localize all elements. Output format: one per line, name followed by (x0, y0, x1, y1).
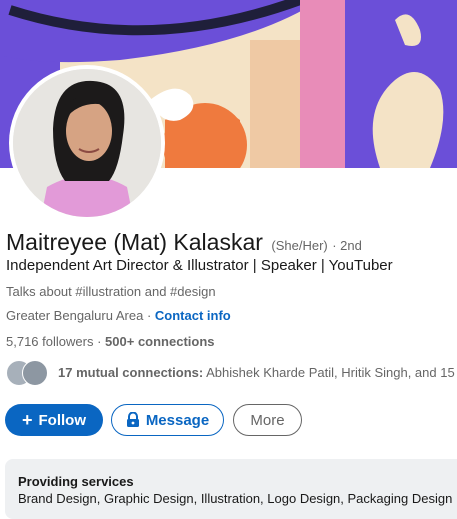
profile-photo-frame (9, 65, 165, 221)
location: Greater Bengaluru Area (6, 308, 144, 323)
message-label: Message (145, 411, 210, 429)
mutual-names: Abhishek Kharde Patil, Hritik Singh, and… (206, 365, 457, 380)
mutual-text: 17 mutual connections: Abhishek Kharde P… (58, 365, 457, 380)
services-card[interactable]: Providing services Brand Design, Graphic… (5, 459, 457, 519)
location-separator: · (146, 308, 152, 323)
pronouns: (She/Her) (271, 238, 328, 253)
services-list: Brand Design, Graphic Design, Illustrati… (18, 491, 453, 506)
contact-info-link[interactable]: Contact info (155, 308, 231, 323)
follow-button[interactable]: + Follow (5, 404, 103, 436)
profile-name-line: Maitreyee (Mat) Kalaskar (She/Her) · 2nd (6, 229, 362, 256)
followers-count[interactable]: 5,716 followers (6, 334, 93, 349)
lock-icon (126, 412, 139, 427)
plus-icon: + (21, 409, 33, 430)
stats-separator: · (97, 334, 102, 349)
talks-about: Talks about #illustration and #design (6, 284, 216, 299)
profile-name: Maitreyee (Mat) Kalaskar (6, 229, 263, 255)
location-line: Greater Bengaluru Area · Contact info (6, 308, 231, 323)
message-button[interactable]: Message (111, 404, 224, 436)
avatar[interactable] (13, 69, 161, 217)
mutual-avatar (22, 360, 48, 386)
profile-headline: Independent Art Director & Illustrator |… (6, 257, 393, 274)
mutual-avatars (6, 360, 52, 386)
mutual-connections[interactable]: 17 mutual connections: Abhishek Kharde P… (6, 360, 457, 386)
connections-count[interactable]: 500+ connections (105, 334, 214, 349)
more-label: More (250, 411, 285, 429)
connection-degree: · 2nd (332, 238, 362, 253)
avatar-portrait (13, 69, 161, 217)
services-title: Providing services (18, 474, 134, 489)
profile-stats: 5,716 followers · 500+ connections (6, 334, 215, 349)
more-button[interactable]: More (233, 404, 302, 436)
mutual-count: 17 mutual connections: (58, 365, 204, 380)
follow-label: Follow (38, 411, 87, 429)
